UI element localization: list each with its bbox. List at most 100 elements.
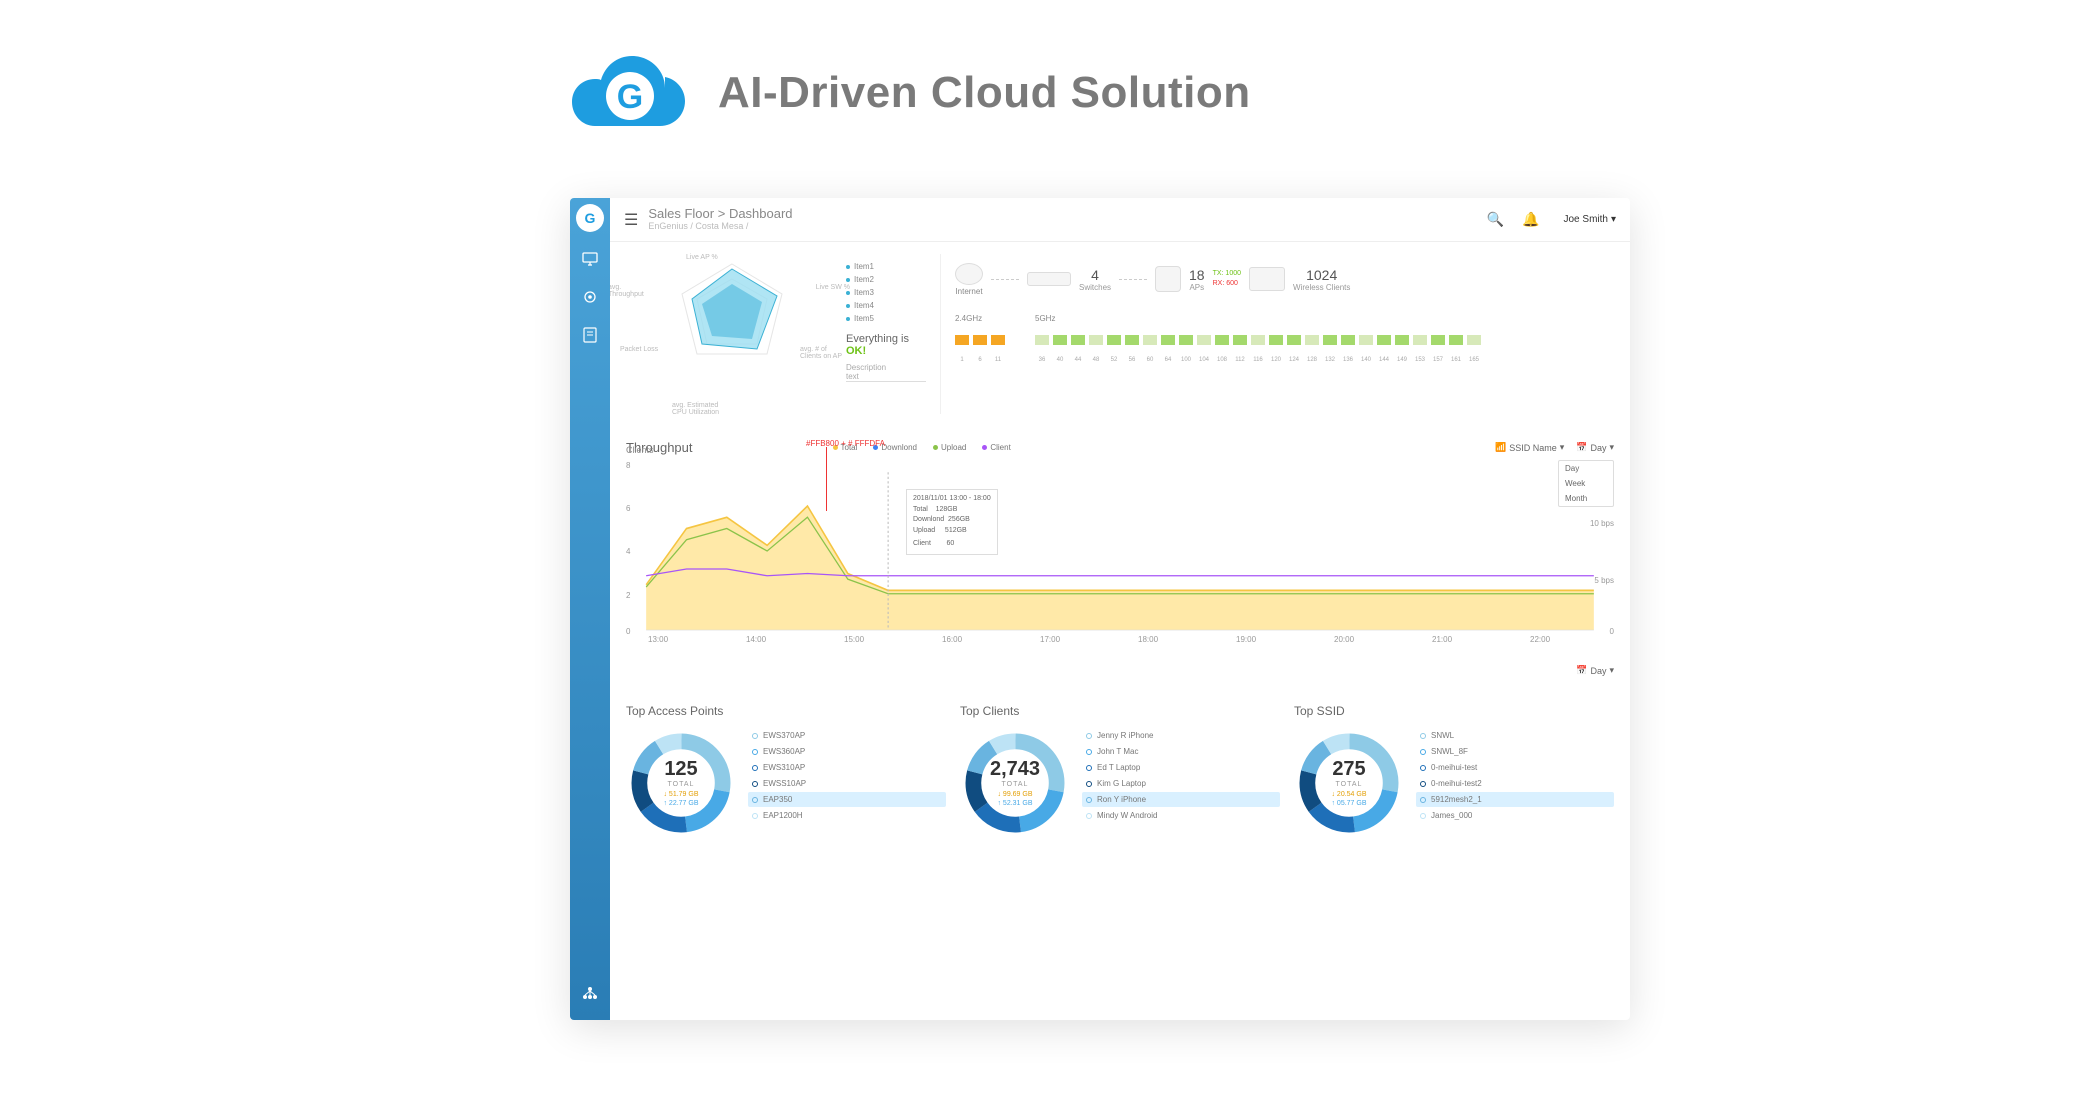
list-item[interactable]: James_000 xyxy=(1416,808,1614,823)
bullet-icon xyxy=(1420,765,1426,771)
sidebar-logo-icon[interactable]: G xyxy=(576,204,604,232)
list-item[interactable]: Ed T Laptop xyxy=(1082,760,1280,775)
color-annotation: #FFB800 + # FFFDFA xyxy=(806,439,885,448)
svg-text:G: G xyxy=(617,78,643,116)
sidebar: G xyxy=(570,198,610,1020)
user-menu[interactable]: Joe Smith ▾ xyxy=(1564,214,1617,225)
channel-bar[interactable] xyxy=(1449,335,1463,345)
switch-icon xyxy=(1027,272,1071,286)
list-item[interactable]: 0-meihui-test2 xyxy=(1416,776,1614,791)
channel-bar[interactable] xyxy=(1107,335,1121,345)
channel-bar[interactable] xyxy=(1377,335,1391,345)
channel-bar[interactable] xyxy=(1233,335,1247,345)
channel-bar[interactable] xyxy=(1089,335,1103,345)
list-item[interactable]: EAP350 xyxy=(748,792,946,807)
bullet-icon xyxy=(752,765,758,771)
bullet-icon xyxy=(1086,797,1092,803)
bottom-period-dropdown[interactable]: 📅 Day ▾ xyxy=(1576,665,1614,676)
period-week[interactable]: Week xyxy=(1559,476,1613,491)
topo-internet: Internet xyxy=(955,263,983,296)
channel-bar[interactable] xyxy=(1161,335,1175,345)
ap-icon xyxy=(1155,266,1181,292)
legend-client[interactable]: Client xyxy=(982,443,1010,452)
top-card: Top Access Points125TOTAL↓ 51.79 GB↑ 22.… xyxy=(626,704,946,838)
main-pane: ☰ Sales Floor > Dashboard EnGenius / Cos… xyxy=(610,198,1630,1020)
band-5: 5GHz xyxy=(1035,314,1610,323)
channel-bar[interactable] xyxy=(1431,335,1445,345)
network-icon[interactable] xyxy=(579,982,601,1004)
list-item[interactable]: EWS310AP xyxy=(748,760,946,775)
bullet-icon xyxy=(1086,733,1092,739)
channel-bar[interactable] xyxy=(1341,335,1355,345)
list-item[interactable]: Ron Y iPhone xyxy=(1082,792,1280,807)
legend-item[interactable]: Item1 xyxy=(846,262,926,271)
bullet-icon xyxy=(1086,765,1092,771)
chart-tooltip: 2018/11/01 13:00 - 18:00 Total 128GB Dow… xyxy=(906,489,998,555)
channel-bar[interactable] xyxy=(991,335,1005,345)
channel-bar[interactable] xyxy=(1467,335,1481,345)
chevron-down-icon: ▾ xyxy=(1609,665,1614,676)
channel-bar[interactable] xyxy=(1197,335,1211,345)
list-item[interactable]: EWS360AP xyxy=(748,744,946,759)
channel-bar[interactable] xyxy=(1269,335,1283,345)
bullet-icon xyxy=(1086,749,1092,755)
list-item[interactable]: Kim G Laptop xyxy=(1082,776,1280,791)
legend-item[interactable]: Item3 xyxy=(846,288,926,297)
list-item[interactable]: SNWL_8F xyxy=(1416,744,1614,759)
list-item[interactable]: SNWL xyxy=(1416,728,1614,743)
top-card: Top SSID275TOTAL↓ 20.54 GB↑ 05.77 GBSNWL… xyxy=(1294,704,1614,838)
monitor-icon[interactable] xyxy=(579,248,601,270)
channel-bar[interactable] xyxy=(973,335,987,345)
bc-sales-floor[interactable]: Sales Floor xyxy=(648,206,714,221)
legend-upload[interactable]: Upload xyxy=(933,443,966,452)
breadcrumb: Sales Floor > Dashboard EnGenius / Costa… xyxy=(648,207,792,231)
list-item[interactable]: Jenny R iPhone xyxy=(1082,728,1280,743)
bc-dashboard[interactable]: Dashboard xyxy=(729,206,793,221)
chevron-down-icon: ▾ xyxy=(1609,442,1614,453)
gear-icon[interactable] xyxy=(579,286,601,308)
top-card: Top Clients2,743TOTAL↓ 99.69 GB↑ 52.31 G… xyxy=(960,704,1280,838)
list-item[interactable]: 0-meihui-test xyxy=(1416,760,1614,775)
band-24: 2.4GHz xyxy=(955,314,1001,323)
list-item[interactable]: EWSS10AP xyxy=(748,776,946,791)
channel-bar[interactable] xyxy=(1323,335,1337,345)
list-item[interactable]: John T Mac xyxy=(1082,744,1280,759)
channel-bar[interactable] xyxy=(1305,335,1319,345)
hamburger-icon[interactable]: ☰ xyxy=(624,210,638,230)
list-item[interactable]: EWS370AP xyxy=(748,728,946,743)
content: Live AP % Live SW % avg. # of Clients on… xyxy=(610,242,1630,1020)
channel-bar[interactable] xyxy=(1251,335,1265,345)
channel-bar[interactable] xyxy=(1413,335,1427,345)
legend-item[interactable]: Item5 xyxy=(846,314,926,323)
card-title: Top Access Points xyxy=(626,704,946,718)
channel-bar[interactable] xyxy=(1035,335,1049,345)
channel-bar[interactable] xyxy=(1395,335,1409,345)
legend-item[interactable]: Item2 xyxy=(846,275,926,284)
channel-bar[interactable] xyxy=(1179,335,1193,345)
globe-icon xyxy=(955,263,983,285)
list-item[interactable]: Mindy W Android xyxy=(1082,808,1280,823)
period-day[interactable]: Day xyxy=(1559,461,1613,476)
channel-bar[interactable] xyxy=(1053,335,1067,345)
legend-item[interactable]: Item4 xyxy=(846,301,926,310)
channel-bar[interactable] xyxy=(1359,335,1373,345)
list-item[interactable]: 5912mesh2_1 xyxy=(1416,792,1614,807)
bullet-icon xyxy=(752,733,758,739)
channel-bar[interactable] xyxy=(955,335,969,345)
channel-bar[interactable] xyxy=(1071,335,1085,345)
period-month[interactable]: Month xyxy=(1559,491,1613,506)
hero-title: AI-Driven Cloud Solution xyxy=(718,68,1251,118)
list-item[interactable]: EAP1200H xyxy=(748,808,946,823)
bullet-icon xyxy=(1420,797,1426,803)
throughput-chart: Clients #FFB800 + # FFFDFA 8 6 4 2 xyxy=(626,461,1614,641)
report-icon[interactable] xyxy=(579,324,601,346)
channel-bar[interactable] xyxy=(1125,335,1139,345)
period-dropdown[interactable]: 📅 Day ▾ Day Week Month xyxy=(1576,442,1614,453)
bell-icon[interactable]: 🔔 xyxy=(1522,211,1539,228)
channel-bar[interactable] xyxy=(1287,335,1301,345)
channel-bar[interactable] xyxy=(1143,335,1157,345)
card-title: Top SSID xyxy=(1294,704,1614,718)
search-icon[interactable]: 🔍 xyxy=(1487,211,1504,228)
channel-bar[interactable] xyxy=(1215,335,1229,345)
ssid-dropdown[interactable]: 📶 SSID Name ▾ xyxy=(1495,442,1564,453)
